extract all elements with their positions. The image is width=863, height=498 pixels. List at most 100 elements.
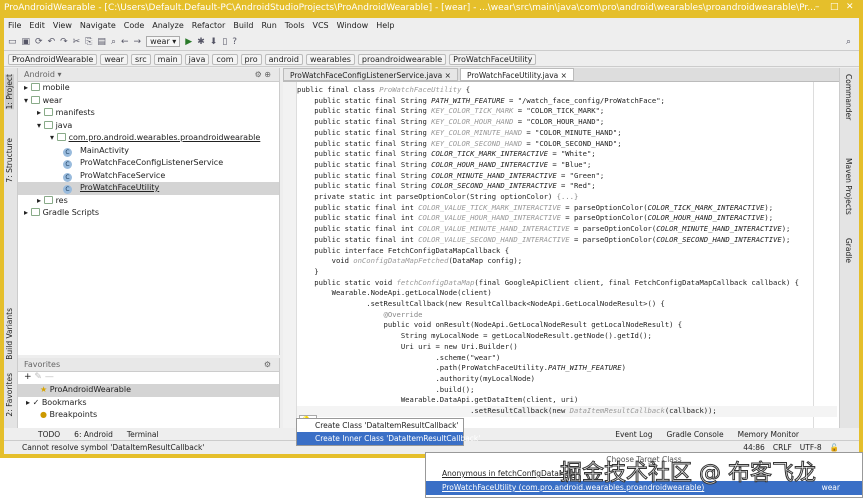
edit-icon[interactable]: ✎ [34,372,42,382]
tool-todo[interactable]: TODO [38,430,60,439]
menu-vcs[interactable]: VCS [313,21,329,30]
menu-window[interactable]: Window [337,21,369,30]
tree-item[interactable]: C ProWatchFaceUtility [18,182,279,195]
menu-tools[interactable]: Tools [285,21,305,30]
tree-item[interactable]: C ProWatchFaceService [18,170,279,183]
tree-item-label: res [55,195,68,205]
breadcrumb-item[interactable]: ProWatchFaceUtility [449,53,537,65]
expand-arrow-icon[interactable]: ▾ [37,121,44,130]
remove-icon[interactable]: — [45,372,54,382]
menu-build[interactable]: Build [233,21,253,30]
breadcrumb-item[interactable]: wearables [305,53,355,65]
tree-item[interactable]: C MainActivity [18,145,279,158]
breadcrumb-item[interactable]: android [264,53,303,65]
tool-favorites[interactable]: 2: Favorites [5,373,14,417]
code-token: = parseOptionColor( [560,213,648,223]
help-icon[interactable]: ? [232,37,237,47]
line-separator[interactable]: CRLF [773,443,792,452]
breadcrumb-item[interactable]: proandroidwearable [357,53,447,65]
panel-settings-icon[interactable]: ⚙ ⊕ [255,70,271,79]
tool-memory-monitor[interactable]: Memory Monitor [738,430,799,439]
menu-edit[interactable]: Edit [29,21,45,30]
expand-arrow-icon[interactable]: ▾ [50,133,57,142]
back-icon[interactable]: ← [121,37,129,47]
copy-icon[interactable]: ⎘ [85,37,92,47]
undo-icon[interactable]: ↶ [48,37,56,47]
tree-item[interactable]: ▾ com.pro.android.wearables.proandroidwe… [18,132,279,145]
search-icon[interactable]: ⌕ [846,37,851,47]
tool-event-log[interactable]: Event Log [615,430,652,439]
tool-maven[interactable]: Maven Projects [844,158,853,215]
tree-item[interactable]: ▸ Gradle Scripts [18,207,279,220]
paste-icon[interactable]: ▤ [97,37,106,47]
cut-icon[interactable]: ✂ [73,37,81,47]
close-button[interactable]: ✕ [846,2,854,12]
caret-position[interactable]: 44:86 [743,443,765,452]
tab-1[interactable]: ProWatchFaceUtility.java × [459,68,574,81]
breadcrumb-item[interactable]: com [212,53,238,65]
tool-build-variants[interactable]: Build Variants [5,308,14,360]
close-tab-icon[interactable]: × [442,71,451,80]
tab-0[interactable]: ProWatchFaceConfigListenerService.java × [283,68,458,81]
breadcrumb-item[interactable]: wear [100,53,128,65]
minimize-button[interactable]: – [815,2,820,12]
breadcrumb-item[interactable]: ProAndroidWearable [8,53,98,65]
tool-gradle[interactable]: Gradle [844,238,853,263]
menu-refactor[interactable]: Refactor [192,21,226,30]
tree-item[interactable]: ▸ mobile [18,82,279,95]
new-icon[interactable]: ▭ [8,37,17,47]
tool-terminal[interactable]: Terminal [127,430,159,439]
encoding[interactable]: UTF-8 [800,443,822,452]
breadcrumb-item[interactable]: src [130,53,151,65]
favorites-item[interactable]: ▸ ✓ Bookmarks [18,397,279,410]
expand-arrow-icon[interactable]: ▸ [24,83,31,92]
avd-icon[interactable]: ▯ [222,37,227,47]
redo-icon[interactable]: ↷ [60,37,68,47]
tree-item[interactable]: ▸ res [18,195,279,208]
tool-gradle-console[interactable]: Gradle Console [666,430,723,439]
debug-icon[interactable]: ✱ [197,37,205,47]
breadcrumb-item[interactable]: java [184,53,210,65]
run-config-select[interactable]: wear ▾ [146,36,181,47]
favorites-item[interactable]: ★ ProAndroidWearable [18,384,279,397]
quickfix-create-inner-class[interactable]: Create Inner Class 'DataItemResultCallba… [297,432,480,445]
close-tab-icon[interactable]: × [558,71,567,80]
menu-code[interactable]: Code [124,21,144,30]
breadcrumb-item[interactable]: main [153,53,182,65]
tool-android[interactable]: 6: Android [74,430,113,439]
forward-icon[interactable]: → [134,37,142,47]
tree-item[interactable]: C ProWatchFaceConfigListenerService [18,157,279,170]
tool-commander[interactable]: Commander [844,74,853,120]
run-icon[interactable]: ▶ [185,37,192,47]
menu-navigate[interactable]: Navigate [80,21,116,30]
project-view-select[interactable]: Android ▾ [24,70,62,79]
menu-view[interactable]: View [53,21,72,30]
save-icon[interactable]: ▣ [22,37,31,47]
add-icon[interactable]: + [24,372,32,382]
tree-item[interactable]: ▾ wear [18,95,279,108]
menu-file[interactable]: File [8,21,21,30]
sdk-icon[interactable]: ⬇ [210,37,218,47]
lock-icon[interactable]: 🔓 [830,443,839,452]
sync-icon[interactable]: ⟳ [35,37,43,47]
menu-help[interactable]: Help [376,21,394,30]
find-icon[interactable]: ⌕ [111,37,116,47]
tree-item[interactable]: ▸ manifests [18,107,279,120]
tool-structure[interactable]: 7: Structure [5,138,14,183]
tree-item[interactable]: ▾ java [18,120,279,133]
code-editor[interactable]: public final class ProWatchFaceUtility {… [283,82,839,429]
maximize-button[interactable]: □ [830,2,839,12]
expand-arrow-icon[interactable]: ▸ [37,196,44,205]
code-text[interactable]: public final class ProWatchFaceUtility {… [297,85,837,417]
quickfix-create-class[interactable]: Create Class 'DataItemResultCallback' [297,419,463,432]
tool-project[interactable]: 1: Project [5,74,14,110]
expand-arrow-icon[interactable]: ▸ [37,108,44,117]
favorites-item[interactable]: ● Breakpoints [18,409,279,422]
favorites-settings-icon[interactable]: ⚙ [264,360,271,369]
menu-run[interactable]: Run [261,21,276,30]
menu-analyze[interactable]: Analyze [152,21,184,30]
expand-arrow-icon[interactable]: ▸ [24,208,31,217]
code-line: public static final String KEY_COLOR_MIN… [297,128,837,139]
expand-arrow-icon[interactable]: ▾ [24,96,31,105]
breadcrumb-item[interactable]: pro [240,53,262,65]
